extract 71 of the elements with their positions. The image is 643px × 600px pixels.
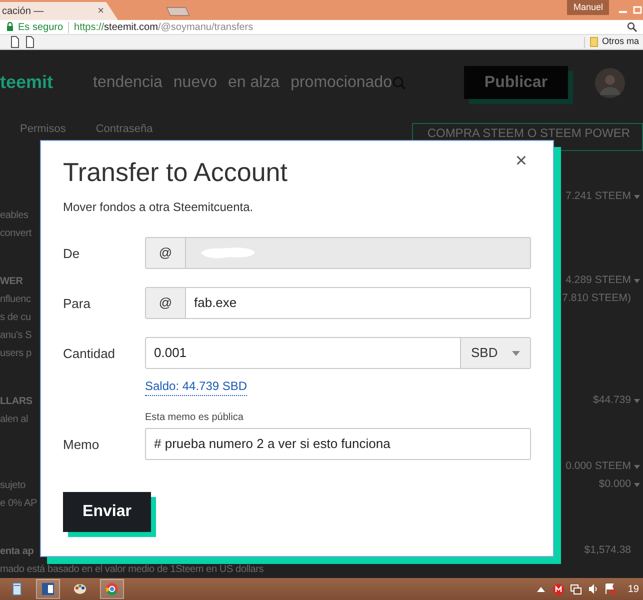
tab-close-button[interactable]: × [98,6,104,16]
close-button[interactable]: × [515,151,527,171]
flag-icon[interactable] [604,583,616,595]
description-text: anu's S [0,330,32,340]
description-text: eables [0,210,28,220]
field-label: Para [63,295,92,313]
balance-amount[interactable]: $44.739 [593,393,631,409]
field-label: Memo [63,436,100,454]
page-icon[interactable] [25,36,35,48]
site-logo[interactable]: teemit [0,69,93,96]
caret-icon[interactable] [634,465,640,469]
balance-amount: 7.810 STEEM) [562,291,631,306]
taskbar-button[interactable] [36,579,60,599]
description-text: s de cu [0,312,31,322]
balance-amount[interactable]: 4.289 STEEM [566,273,631,289]
browser-icon [105,582,119,596]
nav-link[interactable]: en alza [228,70,280,94]
nav-link[interactable]: promocionado [290,70,392,94]
section-title: WER [0,276,23,286]
field-label: De [63,245,81,263]
description-text: nfluenc [0,294,31,304]
balance-amount[interactable]: 7.241 STEEM [566,189,631,205]
balance-amount[interactable]: $0.000 [598,477,631,493]
memo-hint: Esta memo es pública [145,411,244,425]
caret-icon[interactable] [634,399,640,403]
lock-icon [6,22,14,32]
at-prefix: @ [146,238,186,268]
dialog-subtitle: Mover fondos a otra Steemitcuenta. [63,199,254,216]
page-icon[interactable] [10,36,20,48]
account-field[interactable]: @ fab.exe [145,287,531,319]
description-text: alen al [0,414,28,424]
new-tab-button[interactable] [166,7,190,16]
description-text: convert [0,228,32,238]
zoom-icon[interactable] [627,22,637,32]
field-label: Cantidad [63,345,116,363]
description-text: users p [0,348,32,358]
url-text[interactable]: https://steemit.com/@soymanu/transfers [74,20,254,34]
caret-icon[interactable] [634,195,640,199]
page-tab[interactable]: Contraseña [96,121,153,138]
description-text: mado está basado en el valor medio de 1Steem en US dollars [0,564,264,574]
section-title: LLARS [0,396,32,406]
nav-link[interactable]: nuevo [173,70,217,94]
browser-tab[interactable]: cación — × [0,2,118,20]
profile-button[interactable]: Manuel [567,0,609,15]
send-button[interactable]: Enviar [63,492,151,532]
bookmark-folder[interactable]: Otros ma [602,35,639,49]
balance-amount: $1,574.38 [584,543,631,558]
caret-icon[interactable] [634,279,640,283]
currency-select[interactable]: SBD [460,337,531,369]
security-label: Es seguro [18,20,64,34]
balance-link[interactable]: Saldo: 44.739 SBD [145,377,248,396]
speaker-icon[interactable] [588,584,598,594]
page-tab[interactable]: Permisos [20,121,66,138]
amount-field[interactable]: 0.001 [145,337,460,369]
up-arrow-icon[interactable] [536,586,545,592]
mail-icon[interactable] [552,584,564,594]
balance-amount[interactable]: 0.000 STEEM [566,459,631,475]
publish-button[interactable]: Publicar [464,66,568,99]
nav-link[interactable]: tendencia [93,70,162,94]
caret-icon[interactable] [634,483,640,487]
memo-field[interactable]: # prueba numero 2 a ver si esto funciona [145,428,531,460]
description-text: e 0% AP [0,498,37,508]
palette-icon [73,582,87,596]
network-icon[interactable] [570,584,582,594]
taskbar-button[interactable] [100,579,124,599]
clock-text[interactable]: 19 [628,582,639,596]
word-processor-icon [41,582,55,596]
at-prefix: @ [146,288,186,318]
dialog-title: Transfer to Account [63,156,288,189]
description-text: sujeto [0,480,26,490]
section-title: enta ap [0,546,34,556]
